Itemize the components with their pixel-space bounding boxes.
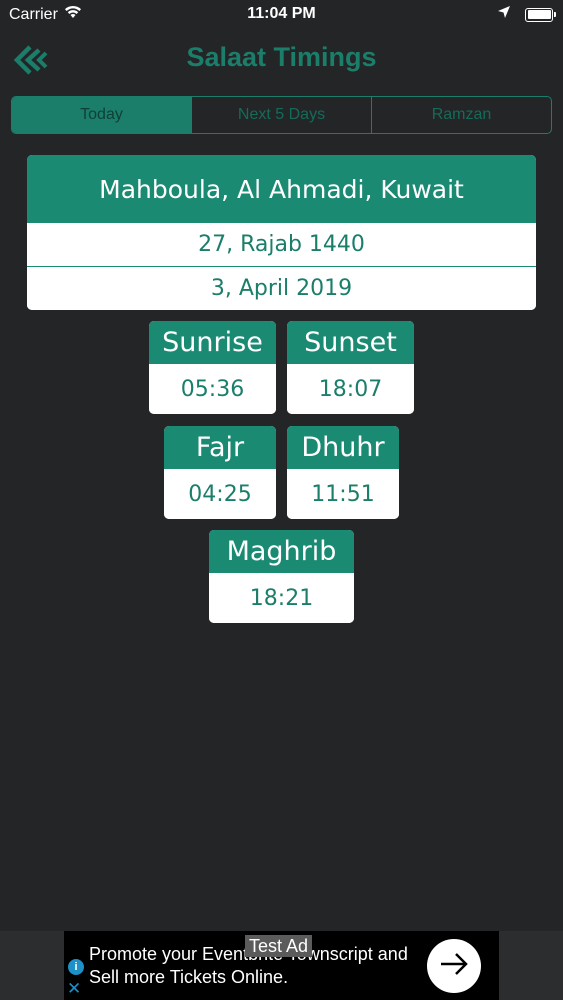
- status-time: 11:04 PM: [247, 5, 316, 22]
- prayer-name: Sunset: [287, 321, 414, 364]
- prayer-name: Dhuhr: [287, 426, 399, 469]
- prayer-time: 18:21: [209, 573, 354, 623]
- hijri-date: 27, Rajab 1440: [27, 223, 536, 266]
- location-card: Mahboula, Al Ahmadi, Kuwait 27, Rajab 14…: [27, 155, 536, 310]
- info-icon[interactable]: i: [68, 959, 84, 975]
- page-title: Salaat Timings: [186, 42, 377, 72]
- battery-icon: [525, 7, 556, 22]
- gregorian-date: 3, April 2019: [27, 267, 536, 310]
- ad-cta-button[interactable]: [427, 939, 481, 993]
- tab-next-5-days[interactable]: Next 5 Days: [192, 97, 372, 133]
- status-bar: Carrier 11:04 PM: [0, 0, 563, 30]
- prayer-tile-dhuhr: Dhuhr 11:51: [287, 426, 399, 519]
- ad-container: i ✕ Promote your Eventbrite Townscript a…: [0, 931, 563, 1000]
- arrow-right-icon: [439, 952, 469, 981]
- test-ad-badge: Test Ad: [245, 935, 313, 957]
- prayer-time: 11:51: [287, 469, 399, 519]
- prayer-tile-fajr: Fajr 04:25: [164, 426, 276, 519]
- location-arrow-icon: [497, 5, 511, 24]
- segmented-control: Today Next 5 Days Ramzan: [11, 96, 552, 134]
- prayer-time: 05:36: [149, 364, 276, 414]
- nav-bar: Salaat Timings: [0, 30, 563, 92]
- prayer-tile-sunrise: Sunrise 05:36: [149, 321, 276, 414]
- close-icon[interactable]: ✕: [67, 979, 81, 999]
- ad-banner[interactable]: i ✕ Promote your Eventbrite Townscript a…: [64, 931, 499, 1000]
- location-name: Mahboula, Al Ahmadi, Kuwait: [27, 155, 536, 223]
- prayer-time: 18:07: [287, 364, 414, 414]
- prayer-tile-maghrib: Maghrib 18:21: [209, 530, 354, 623]
- prayer-name: Maghrib: [209, 530, 354, 573]
- prayer-time: 04:25: [164, 469, 276, 519]
- prayer-name: Sunrise: [149, 321, 276, 364]
- status-right: [497, 5, 556, 24]
- prayer-tile-sunset: Sunset 18:07: [287, 321, 414, 414]
- tab-today[interactable]: Today: [12, 97, 192, 133]
- prayer-name: Fajr: [164, 426, 276, 469]
- tab-ramzan[interactable]: Ramzan: [372, 97, 551, 133]
